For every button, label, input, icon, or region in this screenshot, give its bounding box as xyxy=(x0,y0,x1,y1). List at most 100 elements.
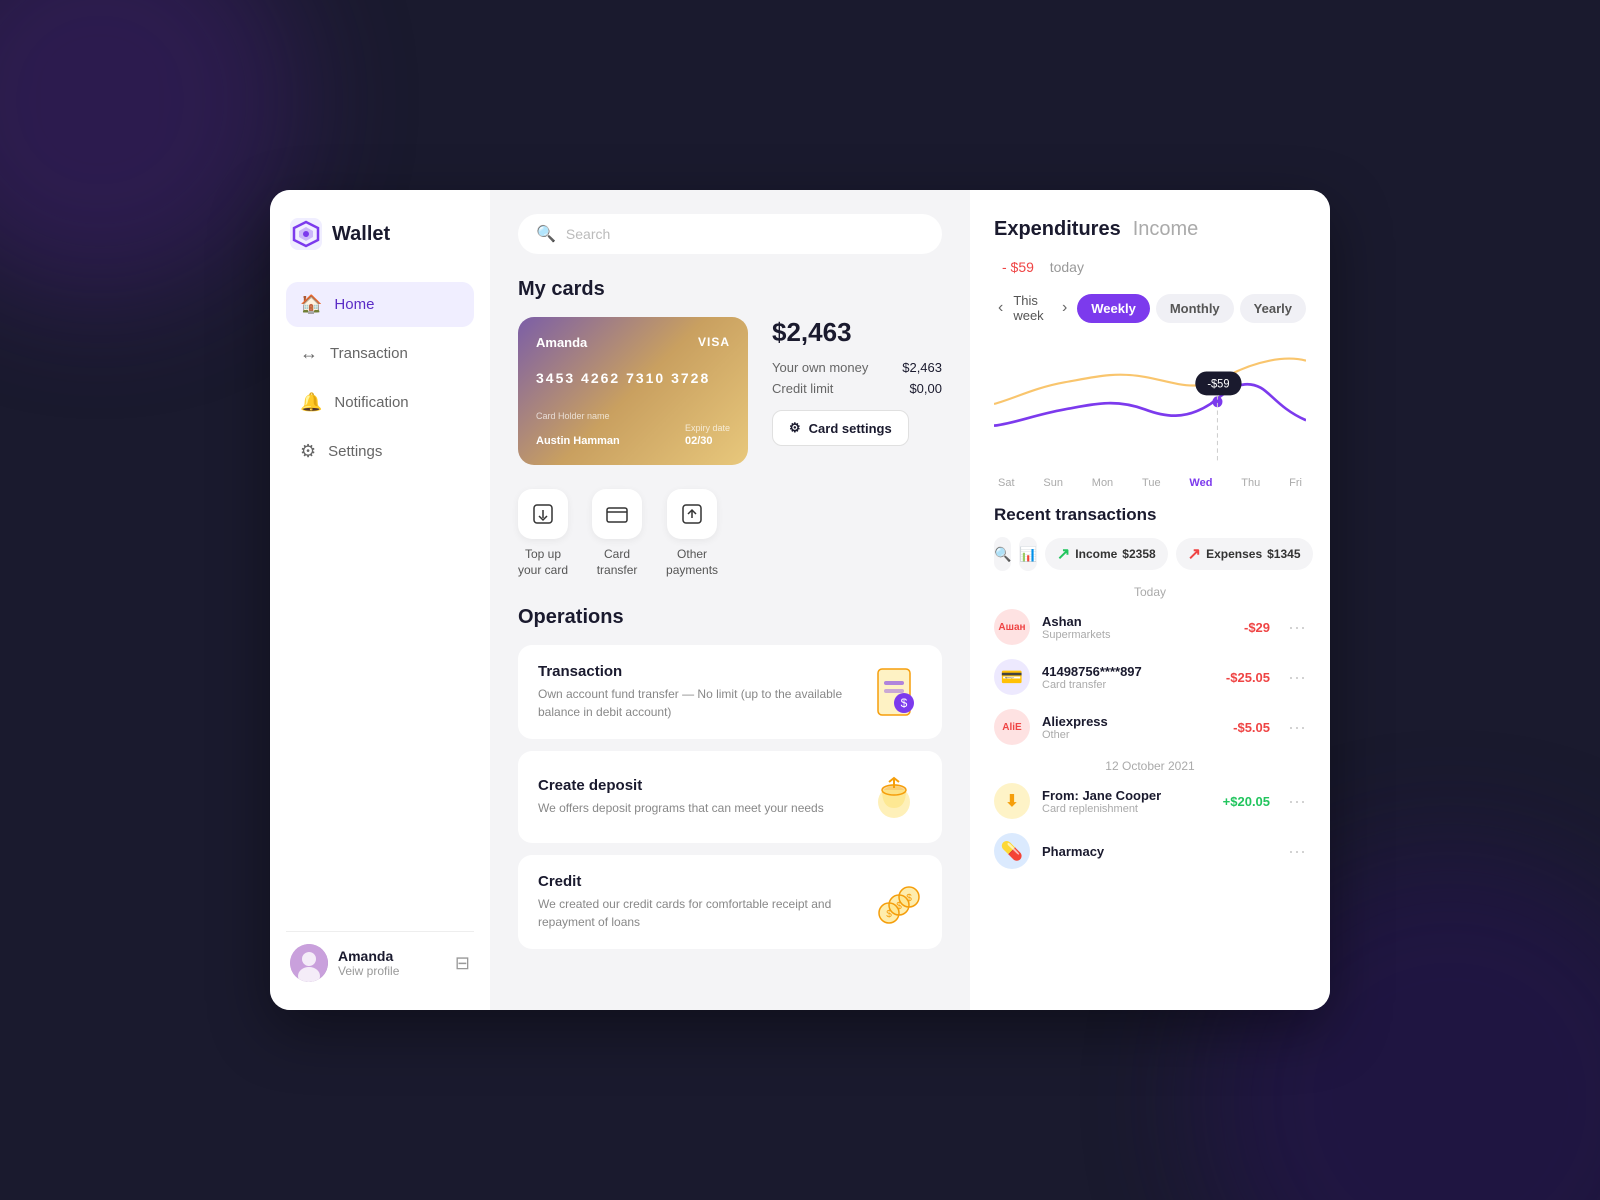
sidebar-bottom: Amanda Veiw profile ⊟ xyxy=(286,931,474,982)
expense-val: $1345 xyxy=(1267,547,1300,561)
jane-cooper-info: From: Jane Cooper Card replenishment xyxy=(1042,788,1211,815)
table-row: АliЕ Aliexpress Other -$5.05 ··· xyxy=(994,709,1306,745)
expense-label: Expenses xyxy=(1206,547,1262,561)
expense-dot: ↗ xyxy=(1188,544,1201,564)
transaction-op-title: Transaction xyxy=(538,663,866,680)
income-dot: ↗ xyxy=(1057,544,1070,564)
jane-cooper-amount: +$20.05 xyxy=(1223,794,1270,809)
jane-cooper-sub: Card replenishment xyxy=(1042,803,1211,815)
card-transfer-button[interactable]: Cardtransfer xyxy=(592,489,642,578)
period-next-button[interactable]: › xyxy=(1058,295,1071,321)
user-info: Amanda Veiw profile xyxy=(290,944,399,982)
today-label: today xyxy=(1050,259,1084,275)
ashan-sub: Supermarkets xyxy=(1042,629,1232,641)
credit-op-info: Credit We created our credit cards for c… xyxy=(538,873,866,931)
top-up-label: Top upyour card xyxy=(518,547,568,578)
other-payments-label: Otherpayments xyxy=(666,547,718,578)
card-transfer-info: 41498756****897 Card transfer xyxy=(1042,664,1214,691)
ashan-amount: -$29 xyxy=(1244,620,1270,635)
ashan-info: Ashan Supermarkets xyxy=(1042,614,1232,641)
income-pill[interactable]: ↗ Income $2358 xyxy=(1045,538,1168,570)
yearly-button[interactable]: Yearly xyxy=(1240,294,1306,323)
search-input[interactable] xyxy=(566,226,924,242)
ashan-more-button[interactable]: ··· xyxy=(1288,617,1306,638)
sidebar-item-label: Notification xyxy=(334,394,408,411)
transaction-icon: ↔ xyxy=(300,343,318,364)
sidebar-item-label: Transaction xyxy=(330,345,408,362)
pharmacy-logo: 💊 xyxy=(994,833,1030,869)
credit-op-title: Credit xyxy=(538,873,866,890)
card-holder-name: Austin Hamman xyxy=(536,435,620,447)
aliexpress-info: Aliexpress Other xyxy=(1042,714,1221,741)
sidebar-item-label: Settings xyxy=(328,443,382,460)
credit-op-desc: We created our credit cards for comforta… xyxy=(538,895,866,931)
card-holder-label: Card Holder name xyxy=(536,411,730,421)
card-settings-button[interactable]: ⚙ Card settings xyxy=(772,410,909,446)
card-transfer-logo: 💳 xyxy=(994,659,1030,695)
sidebar-item-label: Home xyxy=(334,296,374,313)
other-payments-icon xyxy=(667,489,717,539)
own-money-val: $2,463 xyxy=(902,360,942,375)
user-name: Amanda xyxy=(338,948,399,964)
transaction-op-desc: Own account fund transfer — No limit (up… xyxy=(538,685,866,721)
my-cards-title: My cards xyxy=(518,278,942,301)
ashan-logo: Aшан xyxy=(994,609,1030,645)
card-number: 3453 4262 7310 3728 xyxy=(536,370,730,386)
cards-area: Amanda VISA 3453 4262 7310 3728 Card Hol… xyxy=(518,317,942,465)
card-transfer-label: Cardtransfer xyxy=(597,547,638,578)
deposit-op-title: Create deposit xyxy=(538,777,866,794)
income-label: Income xyxy=(1075,547,1117,561)
sidebar-item-settings[interactable]: ⚙ Settings xyxy=(286,429,474,474)
card-footer: Card Holder name Austin Hamman Expiry da… xyxy=(536,411,730,447)
expenditure-tab[interactable]: Expenditures xyxy=(994,218,1121,241)
credit-op-card[interactable]: Credit We created our credit cards for c… xyxy=(518,855,942,949)
card-transfer-name: 41498756****897 xyxy=(1042,664,1214,679)
card-transfer-more-button[interactable]: ··· xyxy=(1288,667,1306,688)
period-prev-button[interactable]: ‹ xyxy=(994,295,1007,321)
card-transfer-sub: Card transfer xyxy=(1042,679,1214,691)
deposit-op-icon xyxy=(866,769,922,825)
operations-title: Operations xyxy=(518,606,942,629)
chart-day-mon: Mon xyxy=(1092,477,1113,489)
search-bar: 🔍 xyxy=(518,214,942,254)
period-label: This week xyxy=(1013,293,1046,323)
expense-pill[interactable]: ↗ Expenses $1345 xyxy=(1176,538,1313,570)
income-tab[interactable]: Income xyxy=(1133,218,1199,241)
aliexpress-logo: АliЕ xyxy=(994,709,1030,745)
chart-day-sun: Sun xyxy=(1043,477,1063,489)
card-transfer-icon xyxy=(592,489,642,539)
card-details: $2,463 Your own money $2,463 Credit limi… xyxy=(772,317,942,446)
monthly-button[interactable]: Monthly xyxy=(1156,294,1234,323)
right-panel: Expenditures Income - $59 today ‹ This w… xyxy=(970,190,1330,1010)
sidebar-item-home[interactable]: 🏠 Home xyxy=(286,282,474,327)
logout-icon[interactable]: ⊟ xyxy=(455,953,470,974)
transaction-op-card[interactable]: Transaction Own account fund transfer — … xyxy=(518,645,942,739)
own-money-label: Your own money xyxy=(772,360,868,375)
svg-text:-$59: -$59 xyxy=(1207,378,1229,390)
chart-filter-icon[interactable]: 📊 xyxy=(1019,537,1036,571)
deposit-op-info: Create deposit We offers deposit program… xyxy=(538,777,866,817)
sidebar-item-notification[interactable]: 🔔 Notification xyxy=(286,380,474,425)
aliexpress-more-button[interactable]: ··· xyxy=(1288,717,1306,738)
amount-value: - $59 xyxy=(1002,259,1034,275)
home-icon: 🏠 xyxy=(300,294,322,315)
transaction-op-info: Transaction Own account fund transfer — … xyxy=(538,663,866,721)
weekly-button[interactable]: Weekly xyxy=(1077,294,1150,323)
pharmacy-more-button[interactable]: ··· xyxy=(1288,841,1306,862)
card-balance: $2,463 xyxy=(772,317,942,348)
pharmacy-info: Pharmacy xyxy=(1042,844,1258,859)
table-row: 💳 41498756****897 Card transfer -$25.05 … xyxy=(994,659,1306,695)
top-up-icon xyxy=(518,489,568,539)
search-filter-icon[interactable]: 🔍 xyxy=(994,537,1011,571)
top-up-button[interactable]: Top upyour card xyxy=(518,489,568,578)
jane-cooper-more-button[interactable]: ··· xyxy=(1288,791,1306,812)
table-row: Aшан Ashan Supermarkets -$29 ··· xyxy=(994,609,1306,645)
credit-card: Amanda VISA 3453 4262 7310 3728 Card Hol… xyxy=(518,317,748,465)
deposit-op-card[interactable]: Create deposit We offers deposit program… xyxy=(518,751,942,843)
other-payments-button[interactable]: Otherpayments xyxy=(666,489,718,578)
pharmacy-name: Pharmacy xyxy=(1042,844,1258,859)
credit-op-icon: $ $ $ xyxy=(866,874,922,930)
notification-icon: 🔔 xyxy=(300,392,322,413)
chart-day-fri: Fri xyxy=(1289,477,1302,489)
sidebar-item-transaction[interactable]: ↔ Transaction xyxy=(286,331,474,376)
